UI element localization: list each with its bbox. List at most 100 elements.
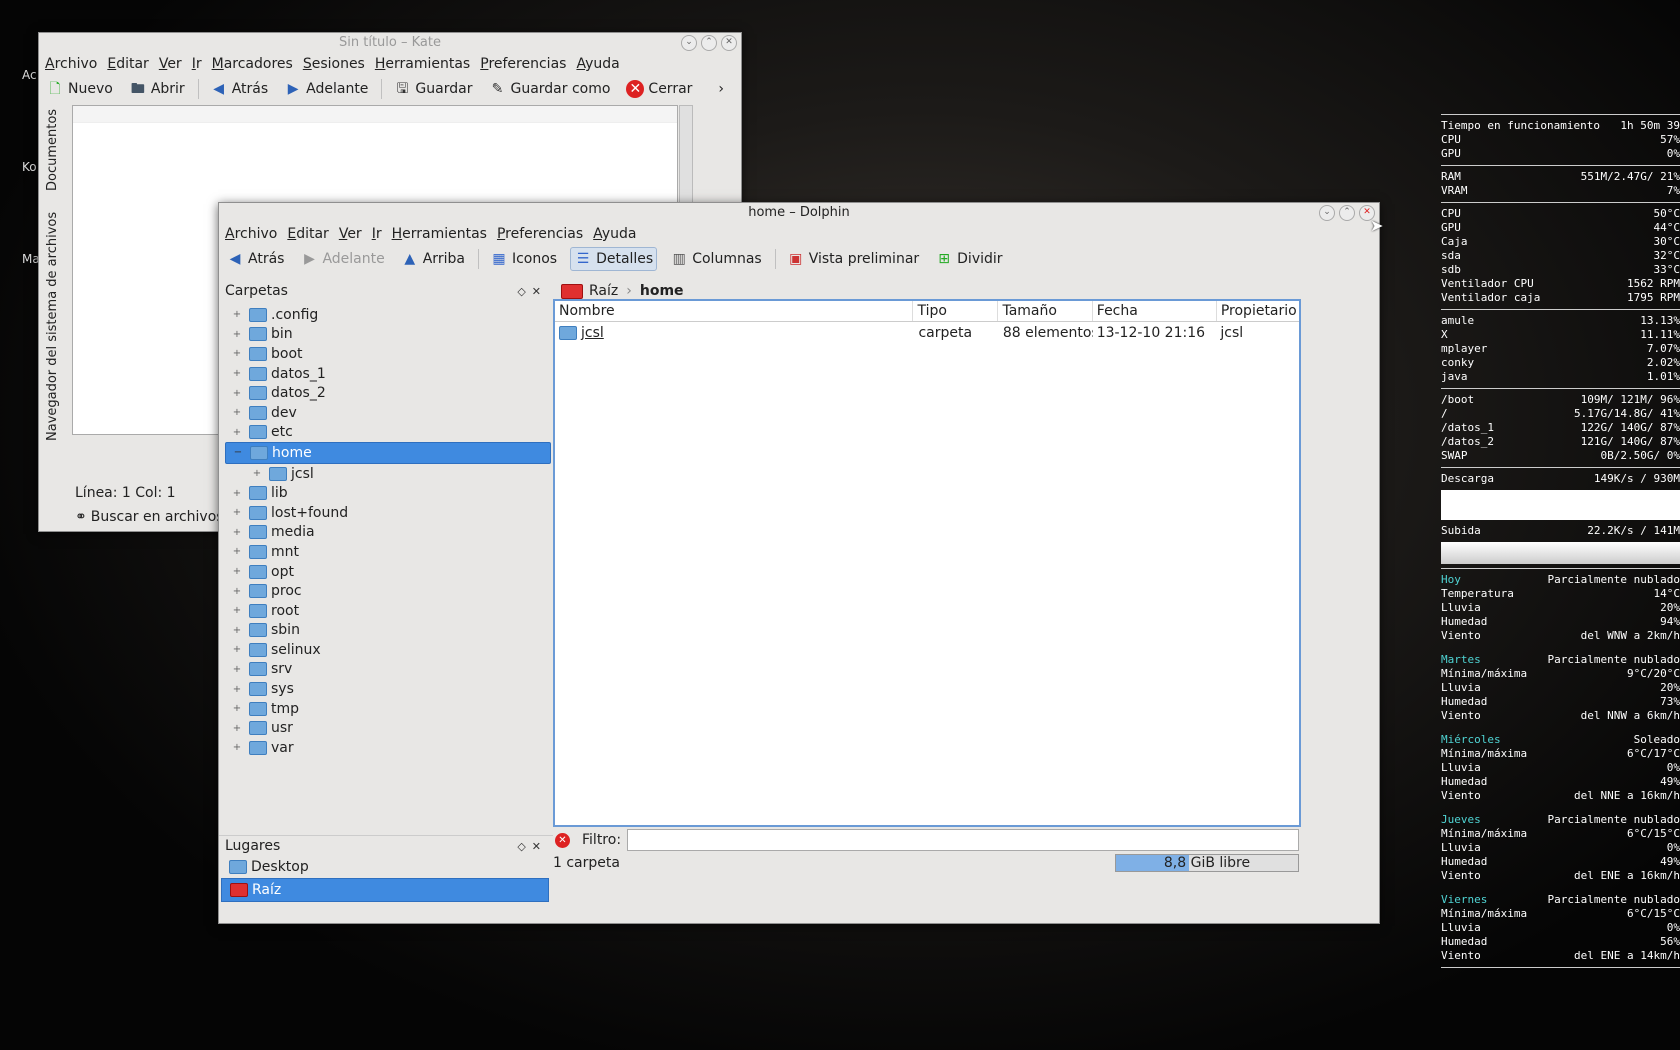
menu-archivo[interactable]: Archivo — [45, 56, 97, 72]
expand-icon[interactable]: + — [231, 407, 243, 418]
tree-item[interactable]: + boot — [225, 344, 551, 364]
maximize-icon[interactable]: ⌃ — [1339, 205, 1355, 221]
details-view-button[interactable]: ☰ Detalles — [570, 247, 658, 271]
preview-button[interactable]: ▣ Vista preliminar — [784, 248, 922, 270]
expand-icon[interactable]: + — [251, 468, 263, 479]
menu-herramientas[interactable]: Herramientas — [392, 226, 487, 242]
menu-ayuda[interactable]: Ayuda — [593, 226, 636, 242]
column-fecha[interactable]: Fecha — [1093, 301, 1217, 321]
menu-ver[interactable]: Ver — [339, 226, 362, 242]
panel-controls[interactable]: ◇✕ — [517, 840, 547, 853]
expand-icon[interactable]: + — [231, 644, 243, 655]
forward-button[interactable]: ▶ Adelante — [297, 248, 387, 270]
tree-item[interactable]: + datos_1 — [225, 364, 551, 384]
tab-documentos[interactable]: Documentos — [45, 109, 60, 191]
minimize-icon[interactable]: ⌄ — [1319, 205, 1335, 221]
open-button[interactable]: 🖿 Abrir — [126, 78, 188, 100]
expand-icon[interactable]: + — [231, 625, 243, 636]
expand-icon[interactable]: + — [231, 742, 243, 753]
tree-item[interactable]: + mnt — [225, 542, 551, 562]
expand-icon[interactable]: + — [231, 664, 243, 675]
expand-icon[interactable]: + — [231, 527, 243, 538]
filter-input[interactable] — [627, 829, 1299, 851]
expand-icon[interactable]: + — [231, 368, 243, 379]
tab-navegador[interactable]: Navegador del sistema de archivos — [45, 212, 60, 441]
expand-icon[interactable]: + — [231, 388, 243, 399]
expand-icon[interactable]: + — [231, 348, 243, 359]
tree-item[interactable]: + selinux — [225, 640, 551, 660]
expand-icon[interactable]: + — [231, 309, 243, 320]
close-icon[interactable]: ✕ — [721, 35, 737, 51]
tree-item[interactable]: + opt — [225, 562, 551, 582]
kate-search-files[interactable]: ⚭ Buscar en archivos — [75, 509, 224, 525]
menu-ayuda[interactable]: Ayuda — [576, 56, 619, 72]
breadcrumb-current[interactable]: home — [640, 283, 684, 299]
tree-item[interactable]: + bin — [225, 325, 551, 345]
menu-herramientas[interactable]: Herramientas — [375, 56, 470, 72]
clear-filter-icon[interactable]: ✕ — [555, 832, 570, 848]
tree-item[interactable]: + proc — [225, 581, 551, 601]
menu-ir[interactable]: Ir — [192, 56, 202, 72]
place-raiz[interactable]: Raíz — [221, 878, 549, 902]
menu-editar[interactable]: Editar — [107, 56, 148, 72]
new-button[interactable]: 🗋 Nuevo — [43, 78, 116, 100]
menu-ir[interactable]: Ir — [372, 226, 382, 242]
column-nombre[interactable]: Nombre — [555, 301, 914, 321]
menu-ver[interactable]: Ver — [159, 56, 182, 72]
icons-view-button[interactable]: ▦ Iconos — [487, 248, 560, 270]
split-button[interactable]: ⊞ Dividir — [932, 248, 1005, 270]
expand-icon[interactable]: + — [231, 605, 243, 616]
expand-icon[interactable]: + — [231, 427, 243, 438]
tree-item-selected[interactable]: − home — [225, 442, 551, 464]
breadcrumb-root[interactable]: Raíz — [589, 283, 618, 299]
expand-icon[interactable]: + — [231, 507, 243, 518]
panel-controls[interactable]: ◇✕ — [517, 285, 547, 298]
save-as-button[interactable]: ✎ Guardar como — [485, 78, 613, 100]
column-tipo[interactable]: Tipo — [913, 301, 999, 321]
tree-item[interactable]: + media — [225, 523, 551, 543]
up-button[interactable]: ▲ Arriba — [398, 248, 468, 270]
column-propietario[interactable]: Propietario — [1217, 301, 1299, 321]
details-view[interactable]: Nombre Tipo Tamaño Fecha Propietario jcs… — [553, 299, 1301, 827]
forward-button[interactable]: ▶ Adelante — [281, 78, 371, 100]
expand-icon[interactable]: + — [231, 566, 243, 577]
tree-item[interactable]: + etc — [225, 423, 551, 443]
tree-item[interactable]: + sys — [225, 679, 551, 699]
menu-preferencias[interactable]: Preferencias — [480, 56, 566, 72]
tree-item[interactable]: + lib — [225, 483, 551, 503]
menu-archivo[interactable]: Archivo — [225, 226, 277, 242]
kate-titlebar[interactable]: Sin título – Kate ⌄ ⌃ ✕ — [39, 33, 741, 53]
menu-editar[interactable]: Editar — [287, 226, 328, 242]
tree-item[interactable]: + srv — [225, 660, 551, 680]
save-button[interactable]: 🖫 Guardar — [390, 78, 475, 100]
column-tamano[interactable]: Tamaño — [998, 301, 1093, 321]
tree-item[interactable]: + lost+found — [225, 503, 551, 523]
columns-view-button[interactable]: ▥ Columnas — [667, 248, 765, 270]
tree-item[interactable]: + datos_2 — [225, 383, 551, 403]
collapse-icon[interactable]: − — [232, 447, 244, 458]
close-doc-button[interactable]: ✕ Cerrar — [623, 78, 695, 100]
tree-item[interactable]: + root — [225, 601, 551, 621]
tree-item[interactable]: + tmp — [225, 699, 551, 719]
expand-icon[interactable]: + — [231, 586, 243, 597]
more-toolbar-button[interactable]: › — [715, 79, 727, 99]
expand-icon[interactable]: + — [231, 684, 243, 695]
minimize-icon[interactable]: ⌄ — [681, 35, 697, 51]
expand-icon[interactable]: + — [231, 546, 243, 557]
tree-item[interactable]: + sbin — [225, 621, 551, 641]
expand-icon[interactable]: + — [231, 488, 243, 499]
table-row[interactable]: jcsl carpeta 88 elementos 13-12-10 21:16… — [555, 322, 1299, 344]
dolphin-titlebar[interactable]: home – Dolphin ⌄ ⌃ ✕ — [219, 203, 1379, 223]
tree-item[interactable]: + .config — [225, 305, 551, 325]
tree-item[interactable]: + var — [225, 738, 551, 758]
tree-item[interactable]: + dev — [225, 403, 551, 423]
back-button[interactable]: ◀ Atrás — [223, 248, 287, 270]
maximize-icon[interactable]: ⌃ — [701, 35, 717, 51]
menu-preferencias[interactable]: Preferencias — [497, 226, 583, 242]
back-button[interactable]: ◀ Atrás — [207, 78, 271, 100]
tree-item[interactable]: + jcsl — [225, 464, 551, 484]
menu-sesiones[interactable]: Sesiones — [303, 56, 365, 72]
place-desktop[interactable]: Desktop — [221, 856, 549, 878]
menu-marcadores[interactable]: Marcadores — [212, 56, 293, 72]
tree-item[interactable]: + usr — [225, 718, 551, 738]
